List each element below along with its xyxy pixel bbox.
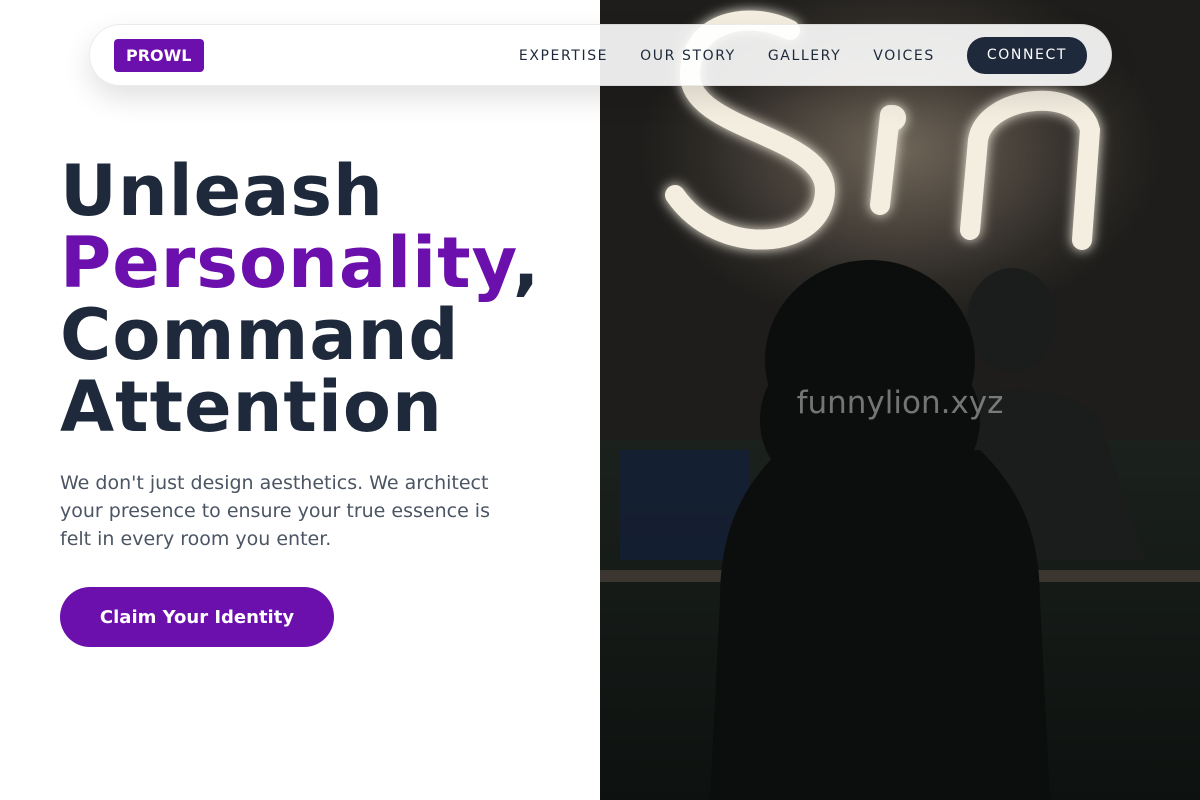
hero-subtitle: We don't just design aesthetics. We arch… <box>60 472 490 550</box>
watermark-text: funnylion.xyz <box>796 385 1004 421</box>
connect-button[interactable]: CONNECT <box>966 37 1087 74</box>
hero-section: Unleash Personality, Command Attention W… <box>60 155 580 647</box>
headline-line-1: Unleash <box>60 150 384 232</box>
claim-identity-button[interactable]: Claim Your Identity <box>60 587 334 647</box>
landing-page: funnylion.xyz PROWL EXPERTISE OUR STORY … <box>0 0 1200 800</box>
nav-link-voices[interactable]: VOICES <box>873 48 935 64</box>
nav-link-expertise[interactable]: EXPERTISE <box>519 48 608 64</box>
headline-line-4: Attention <box>60 366 443 448</box>
headline-comma: , <box>512 222 541 304</box>
hero-image: funnylion.xyz <box>600 0 1200 800</box>
nav-link-our-story[interactable]: OUR STORY <box>640 48 736 64</box>
hero-headline: Unleash Personality, Command Attention <box>60 155 580 443</box>
headline-line-3: Command <box>60 294 460 376</box>
nav-link-gallery[interactable]: GALLERY <box>768 48 841 64</box>
top-nav: PROWL EXPERTISE OUR STORY GALLERY VOICES… <box>89 24 1112 86</box>
brand-logo[interactable]: PROWL <box>114 39 204 72</box>
headline-accent: Personality <box>60 222 513 304</box>
nav-links: EXPERTISE OUR STORY GALLERY VOICES CONNE… <box>487 37 1087 74</box>
